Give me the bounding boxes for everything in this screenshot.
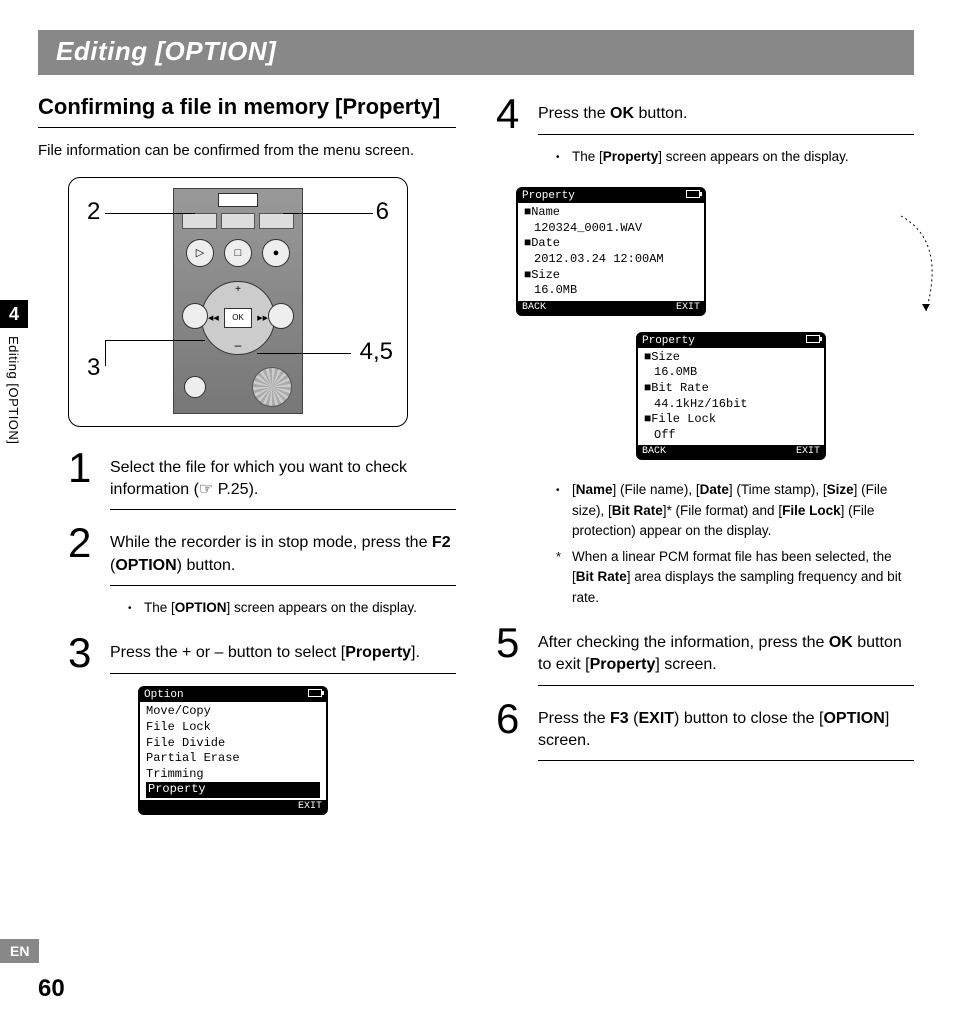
dotted-arrow-icon [896,211,954,321]
prop-value: 120324_0001.WAV [524,221,698,237]
prop-label: ■Date [524,236,698,252]
callout-45: 4,5 [360,338,393,366]
left-column: Confirming a file in memory [Property] F… [38,93,456,825]
battery-icon [308,689,322,697]
prop-label: ■Size [524,268,698,284]
prop-label: ■Size [644,350,818,366]
menu-item: File Divide [146,736,320,752]
f3-button [259,213,294,229]
chapter-header: Editing [OPTION] [38,30,914,75]
property-fields-note: [Name] (File name), [Date] (Time stamp),… [496,480,914,608]
language-tab: EN [0,939,39,963]
lcd-property-screen-2: Property ■Size 16.0MB ■Bit Rate 44.1kHz/… [636,332,826,461]
plus-label: + [235,284,241,295]
page-number: 60 [38,975,65,1003]
step-text: Select the file for which you want to ch… [110,447,456,511]
menu-item-selected: Property [146,782,320,798]
f2-button [221,213,256,229]
menu-item: File Lock [146,720,320,736]
step-text: After checking the information, press th… [538,622,914,686]
step-6: 6 Press the F3 (EXIT) button to close th… [496,698,914,762]
battery-icon [806,335,820,343]
callout-2: 2 [87,198,100,226]
side-button-left [182,303,208,329]
device-body: ▷ □ ● + – I◀◀ ▶▶I OK [173,188,303,414]
step-2: 2 While the recorder is in stop mode, pr… [38,522,456,586]
play-button: ▷ [186,239,214,267]
step-number: 6 [496,698,524,762]
intro-text: File information can be confirmed from t… [38,140,456,161]
step-text: Press the F3 (EXIT) button to close the … [538,698,914,762]
device-lcd [218,193,258,207]
step-4-note: The [Property] screen appears on the dis… [496,147,914,167]
step-1: 1 Select the file for which you want to … [38,447,456,511]
step-3: 3 Press the + or – button to select [Pro… [38,632,456,674]
lcd-option-screen: Option Move/Copy File Lock File Divide P… [138,686,328,815]
step-5: 5 After checking the information, press … [496,622,914,686]
prop-label: ■File Lock [644,412,818,428]
rec-button: ● [262,239,290,267]
device-diagram: ▷ □ ● + – I◀◀ ▶▶I OK [68,177,408,427]
menu-item: Trimming [146,767,320,783]
prop-label: ■Bit Rate [644,381,818,397]
volume-knob [252,367,292,407]
ok-button: OK [224,308,252,328]
sidebar-tab: 4 Editing [OPTION] [0,300,28,444]
step-text: Press the OK button. [538,93,914,135]
chapter-label-vertical: Editing [OPTION] [0,336,21,444]
lcd-property-screen-1: Property ■Name 120324_0001.WAV ■Date 201… [516,187,706,316]
f1-button [182,213,217,229]
step-number: 1 [68,447,96,511]
step-number: 5 [496,622,524,686]
prop-value: 16.0MB [524,283,698,299]
callout-3: 3 [87,354,100,382]
step-4: 4 Press the OK button. [496,93,914,135]
section-heading: Confirming a file in memory [Property] [38,93,456,128]
chapter-number-tab: 4 [0,300,28,328]
side-button-right [268,303,294,329]
battery-icon [686,190,700,198]
step-text: While the recorder is in stop mode, pres… [110,522,456,586]
minus-label: – [235,338,242,352]
step-number: 3 [68,632,96,674]
menu-item: Move/Copy [146,704,320,720]
callout-6: 6 [376,198,389,226]
prop-value: 2012.03.24 12:00AM [524,252,698,268]
step-text: Press the + or – button to select [Prope… [110,632,456,674]
right-column: 4 Press the OK button. The [Property] sc… [496,93,914,825]
prop-value: 44.1kHz/16bit [644,397,818,413]
prop-value: Off [644,428,818,444]
step-number: 2 [68,522,96,586]
step-number: 4 [496,93,524,135]
menu-item: Partial Erase [146,751,320,767]
prop-value: 16.0MB [644,365,818,381]
stop-button: □ [224,239,252,267]
step-2-note: The [OPTION] screen appears on the displ… [38,598,456,618]
dial: + – I◀◀ ▶▶I OK [201,281,275,355]
lower-button [184,376,206,398]
prop-label: ■Name [524,205,698,221]
